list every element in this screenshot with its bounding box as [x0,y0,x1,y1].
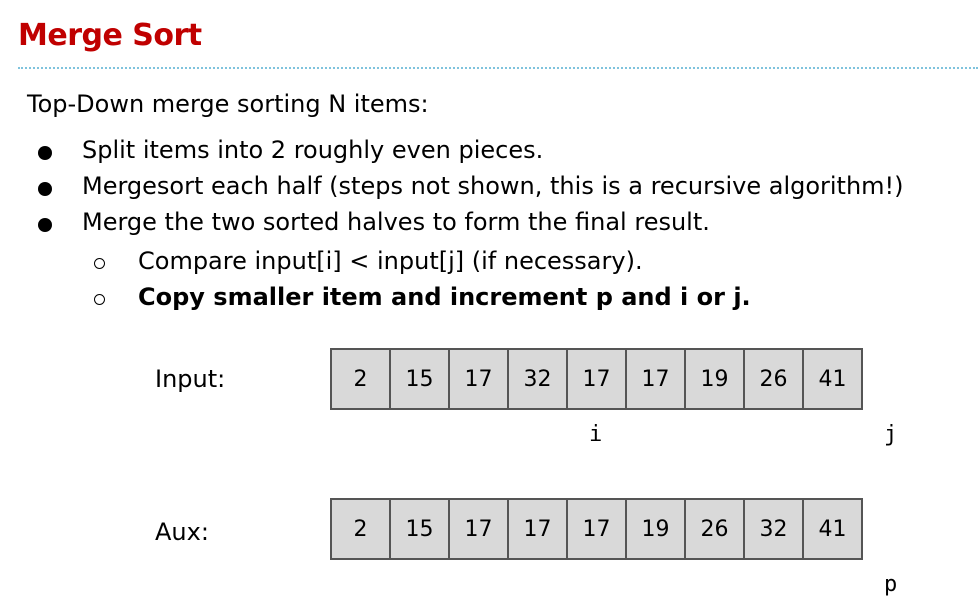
hollow-bullet-icon [94,294,105,305]
input-cell: 15 [391,350,450,408]
bullet-icon [38,146,52,160]
pointer-p: p [884,572,898,597]
input-cell: 41 [818,366,847,392]
input-cell: 19 [686,350,745,408]
pointer-j: j [884,422,898,447]
input-cell: 26 [745,350,804,408]
aux-cell: 15 [391,500,450,558]
input-cell: 17 [568,350,627,408]
sub-bullet-text: Copy smaller item and increment p and i … [138,283,751,311]
aux-cell: 19 [627,500,686,558]
input-cell: 32 [509,350,568,408]
aux-cell: 32 [745,500,804,558]
input-array: 2 15 17 32 17 17 19 26 41 [330,348,863,410]
input-cell: 2 [332,350,391,408]
pointer-i: i [589,422,603,447]
bullet-item: Mergesort each half (steps not shown, th… [0,172,978,208]
bullet-text: Mergesort each half (steps not shown, th… [82,172,904,200]
bullet-item: Split items into 2 roughly even pieces. [0,136,978,172]
aux-cell: 26 [686,500,745,558]
bullet-text: Split items into 2 roughly even pieces. [82,136,544,164]
aux-cell: 41 [818,516,847,542]
input-cell: 17 [450,350,509,408]
aux-label: Aux: [155,518,209,546]
hollow-bullet-icon [94,258,105,269]
aux-cell: 17 [568,500,627,558]
input-label: Input: [155,365,226,393]
bullet-icon [38,218,52,232]
page-title: Merge Sort [18,18,202,53]
intro-text: Top-Down merge sorting N items: [27,90,429,118]
aux-cell: 17 [509,500,568,558]
bullet-text: Merge the two sorted halves to form the … [82,208,710,236]
aux-cell: 17 [450,500,509,558]
input-cell: 17 [627,350,686,408]
aux-array: 2 15 17 17 17 19 26 32 41 [330,498,863,560]
sub-bullet-item: Compare input[i] < input[j] (if necessar… [0,247,978,283]
sub-bullet-text: Compare input[i] < input[j] (if necessar… [138,247,643,275]
aux-cell: 2 [332,500,391,558]
sub-bullet-item: Copy smaller item and increment p and i … [0,283,978,319]
title-divider [18,67,978,69]
bullet-icon [38,182,52,196]
bullet-item: Merge the two sorted halves to form the … [0,208,978,244]
